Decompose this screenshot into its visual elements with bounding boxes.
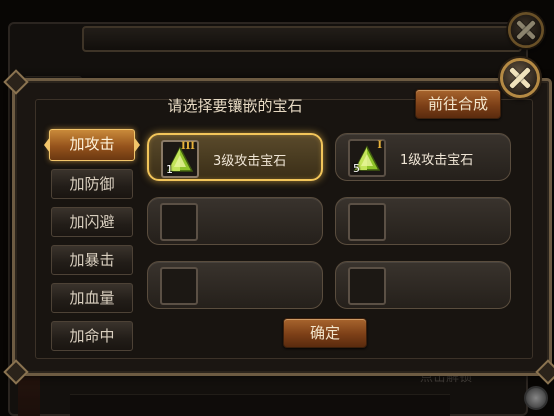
tab-label: 加攻击 (69, 135, 115, 153)
empty-gem-icon-box (348, 203, 386, 241)
gem-icon-box: III 1 (161, 140, 199, 178)
tab-accuracy[interactable]: 加命中 (51, 321, 133, 351)
empty-gem-icon-box (160, 203, 198, 241)
empty-gem-icon-box (348, 267, 386, 305)
gem-slot-6[interactable] (335, 261, 511, 309)
tab-label: 加暴击 (69, 251, 115, 269)
gem-name: 1级攻击宝石 (400, 153, 474, 168)
gem-slot-3[interactable] (147, 197, 323, 245)
gem-list: III 1 3级攻击宝石 I 5 1级攻击宝石 (147, 133, 517, 313)
gem-slot-4[interactable] (335, 197, 511, 245)
tab-label: 加血量 (69, 289, 115, 307)
tab-label: 加防御 (69, 175, 115, 193)
empty-gem-icon-box (160, 267, 198, 305)
tab-label: 加闪避 (69, 213, 115, 231)
tab-health[interactable]: 加血量 (51, 283, 133, 313)
gem-type-tabs: 加攻击 加防御 加闪避 加暴击 加血量 加命中 (43, 99, 140, 351)
tab-label: 加命中 (69, 327, 115, 345)
close-button[interactable] (500, 58, 540, 98)
arrow-right-icon (134, 137, 140, 153)
gem-level-badge: III (180, 141, 195, 152)
gem-level-badge: I (377, 140, 382, 151)
gem-count: 5 (353, 162, 360, 175)
dialog-title: 请选择要镶嵌的宝石 (167, 97, 303, 115)
tab-defense[interactable]: 加防御 (51, 169, 133, 199)
gem-name: 3级攻击宝石 (213, 154, 287, 169)
tab-attack[interactable]: 加攻击 (44, 129, 140, 161)
gem-select-dialog: 请选择要镶嵌的宝石 前往合成 加攻击 加防御 加闪避 加暴击 加血量 加命中 I… (3, 69, 554, 385)
arrow-left-icon (44, 137, 50, 153)
goto-synthesis-button[interactable]: 前往合成 (415, 89, 501, 119)
gem-slot-1[interactable]: III 1 3级攻击宝石 (147, 133, 323, 181)
tab-critical[interactable]: 加暴击 (51, 245, 133, 275)
gem-slot-5[interactable] (147, 261, 323, 309)
tab-dodge[interactable]: 加闪避 (51, 207, 133, 237)
gem-slot-2[interactable]: I 5 1级攻击宝石 (335, 133, 511, 181)
gem-count: 1 (166, 163, 173, 176)
gem-icon-box: I 5 (348, 139, 386, 177)
confirm-button[interactable]: 确定 (283, 318, 367, 348)
